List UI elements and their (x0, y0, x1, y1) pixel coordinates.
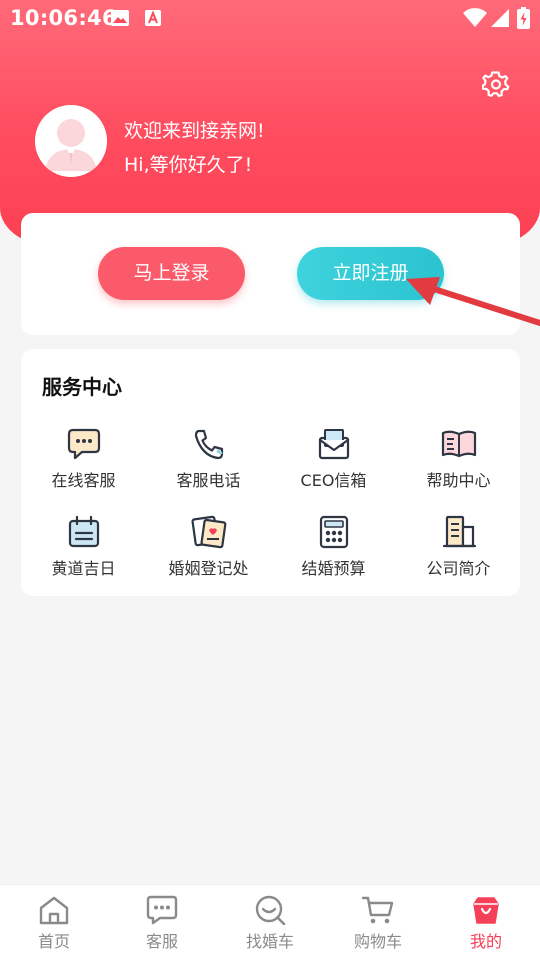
calculator-icon (319, 515, 348, 549)
service-company-profile[interactable]: 公司简介 (396, 515, 521, 595)
mail-icon (318, 429, 349, 460)
certificate-icon (190, 515, 226, 549)
search-car-icon (255, 895, 286, 925)
service-label: 帮助中心 (426, 471, 491, 490)
home-icon (39, 896, 69, 925)
nav-label: 我的 (469, 932, 502, 951)
service-label: 婚姻登记处 (168, 559, 249, 578)
nav-label: 首页 (37, 932, 70, 951)
phone-icon (194, 429, 223, 460)
service-ceo-mailbox[interactable]: CEO信箱 (271, 427, 396, 507)
service-support-phone[interactable]: 客服电话 (146, 427, 271, 507)
service-label: 公司简介 (426, 559, 491, 578)
nav-label: 客服 (145, 932, 178, 951)
nav-home[interactable]: 首页 (0, 895, 108, 952)
wifi-icon (463, 8, 487, 32)
register-button[interactable]: 立即注册 (297, 247, 444, 300)
bottom-navigation: 首页 客服 找婚车 购物车 我的 (0, 884, 540, 960)
app-screen: 10:06:46 欢迎来到接亲网! Hi,等你好久了! 马上登录 立即注册 服务… (0, 0, 540, 960)
service-help-center[interactable]: 帮助中心 (396, 427, 521, 507)
cart-icon (361, 896, 394, 924)
welcome-line-1: 欢迎来到接亲网! (124, 120, 265, 142)
service-label: 黄道吉日 (51, 559, 116, 578)
auth-card: 马上登录 立即注册 (21, 213, 520, 335)
signal-icon (490, 8, 510, 32)
service-center-title: 服务中心 (42, 375, 122, 399)
font-notification-icon (144, 9, 162, 31)
nav-label: 找婚车 (245, 932, 294, 951)
service-wedding-budget[interactable]: 结婚预算 (271, 515, 396, 595)
nav-label: 购物车 (353, 932, 402, 951)
battery-charging-icon (517, 7, 530, 33)
login-button[interactable]: 马上登录 (98, 247, 245, 300)
service-center-card: 服务中心 在线客服 客服电话 CEO信箱 帮助中心 黄道吉日 婚姻登记处 结婚预… (21, 349, 520, 596)
service-label: 客服电话 (176, 471, 241, 490)
service-label: 结婚预算 (301, 559, 366, 578)
welcome-line-2: Hi,等你好久了! (124, 154, 253, 176)
nav-mine[interactable]: 我的 (432, 895, 540, 952)
service-label: CEO信箱 (300, 471, 367, 490)
nav-shopping-cart[interactable]: 购物车 (324, 895, 432, 952)
avatar[interactable] (35, 105, 107, 177)
profile-bag-icon (473, 897, 499, 924)
calendar-icon (68, 515, 99, 548)
message-icon (146, 895, 178, 925)
nav-support[interactable]: 客服 (108, 895, 216, 952)
status-bar: 10:06:46 (0, 0, 540, 38)
chat-icon (67, 428, 100, 460)
settings-gear-icon[interactable] (481, 70, 510, 98)
book-icon (441, 430, 476, 458)
gallery-notification-icon (110, 9, 130, 31)
nav-find-wedding-car[interactable]: 找婚车 (216, 895, 324, 952)
service-label: 在线客服 (51, 471, 116, 490)
status-time: 10:06:46 (10, 6, 117, 30)
service-marriage-registry[interactable]: 婚姻登记处 (146, 515, 271, 595)
service-online-support[interactable]: 在线客服 (21, 427, 146, 507)
building-icon (442, 515, 476, 548)
welcome-message: 欢迎来到接亲网! Hi,等你好久了! (124, 114, 265, 182)
service-auspicious-days[interactable]: 黄道吉日 (21, 515, 146, 595)
